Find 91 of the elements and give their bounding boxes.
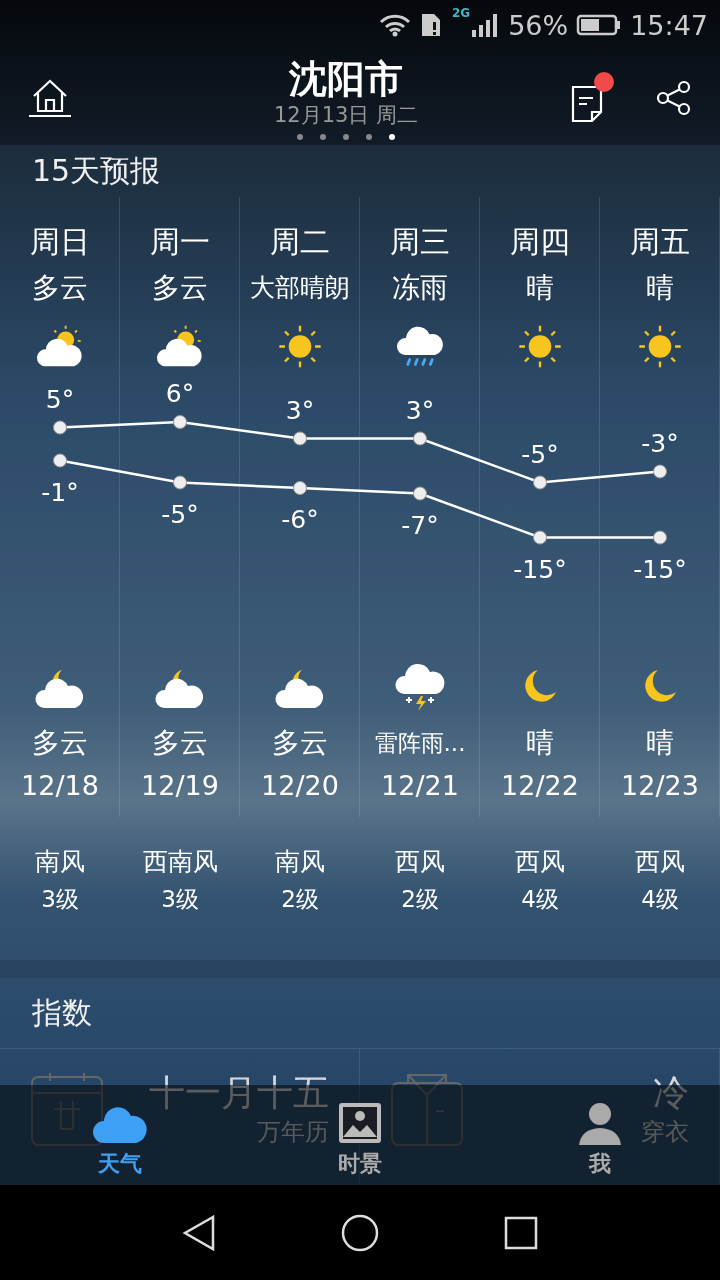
temperature-label: -7° bbox=[401, 510, 439, 540]
page-dot[interactable] bbox=[320, 133, 326, 140]
home-button[interactable] bbox=[340, 1212, 380, 1253]
data-point bbox=[533, 475, 547, 490]
weather-condition: 多云 bbox=[152, 270, 208, 306]
date-label: 12/19 bbox=[141, 769, 219, 803]
data-point bbox=[293, 481, 307, 495]
nav-tab[interactable]: 时景 bbox=[337, 1101, 383, 1179]
wind-level: 4级 bbox=[521, 885, 559, 914]
index-value: 十一月十五 bbox=[149, 1071, 329, 1115]
wind-direction: 西风 bbox=[635, 846, 685, 878]
weather-condition: 雷阵雨... bbox=[374, 729, 466, 758]
section-title: 15天预报 bbox=[32, 151, 161, 190]
index-label: 万年历 bbox=[257, 1117, 329, 1148]
temperature-label: 6° bbox=[165, 379, 195, 408]
weekday-label: 周二 bbox=[270, 223, 330, 261]
temperature-label: -5° bbox=[521, 439, 559, 469]
temperature-label: 3° bbox=[405, 395, 435, 425]
temperature-label: -6° bbox=[281, 505, 319, 534]
wind-level: 4级 bbox=[641, 885, 679, 914]
data-point bbox=[653, 464, 667, 479]
city-name: 沈阳市 bbox=[289, 55, 403, 102]
weather-condition: 大部晴朗 bbox=[250, 272, 350, 304]
clock: 15:47 bbox=[630, 9, 708, 41]
network-type: 2G bbox=[451, 6, 471, 20]
document-icon bbox=[570, 83, 604, 124]
date-label: 12/21 bbox=[381, 769, 459, 803]
weather-condition: 多云 bbox=[32, 270, 88, 306]
index-value: 冷 bbox=[653, 1071, 689, 1115]
weekday-label: 周日 bbox=[30, 223, 90, 261]
weekday-label: 周三 bbox=[390, 223, 450, 261]
weather-condition: 晴 bbox=[526, 270, 554, 306]
data-point bbox=[53, 420, 67, 435]
nav-tab[interactable]: 天气 bbox=[92, 1103, 148, 1179]
home-icon[interactable] bbox=[28, 77, 72, 118]
page-dot[interactable] bbox=[389, 133, 395, 140]
wind-level: 2级 bbox=[281, 885, 319, 914]
page-dot[interactable] bbox=[343, 133, 349, 140]
wind-direction: 南风 bbox=[275, 846, 325, 878]
image-icon bbox=[337, 1101, 383, 1145]
date-label: 12/20 bbox=[261, 769, 339, 803]
data-point bbox=[653, 530, 667, 545]
weather-condition: 晴 bbox=[646, 725, 674, 761]
date-label: 12/23 bbox=[621, 769, 699, 803]
data-point bbox=[413, 486, 427, 501]
weekday-label: 周四 bbox=[510, 223, 570, 261]
temperature-label: -3° bbox=[641, 428, 679, 458]
share-icon[interactable] bbox=[656, 79, 692, 116]
temperature-label: 3° bbox=[285, 395, 315, 425]
weather-condition: 多云 bbox=[32, 725, 88, 761]
date-label: 12/22 bbox=[501, 769, 579, 803]
recents-button[interactable] bbox=[502, 1214, 539, 1251]
shirt-icon bbox=[390, 1071, 464, 1147]
wind-level: 3级 bbox=[41, 885, 79, 914]
weather-condition: 晴 bbox=[646, 270, 674, 306]
section-title: 指数 bbox=[32, 993, 92, 1032]
wind-direction: 西风 bbox=[515, 846, 565, 878]
notice-button[interactable] bbox=[570, 71, 614, 124]
temperature-label: -5° bbox=[161, 499, 199, 529]
data-point bbox=[293, 431, 307, 446]
wind-direction: 西南风 bbox=[142, 846, 218, 878]
person-icon bbox=[577, 1101, 623, 1145]
wifi-icon bbox=[377, 13, 412, 37]
data-point bbox=[53, 453, 67, 468]
weekday-label: 周一 bbox=[150, 223, 210, 261]
page-dot[interactable] bbox=[297, 133, 303, 140]
wind-direction: 南风 bbox=[35, 846, 85, 878]
data-point bbox=[413, 431, 427, 446]
battery-percent: 56% bbox=[508, 9, 569, 41]
temperature-label: 5° bbox=[45, 384, 75, 414]
temperature-label: -1° bbox=[41, 477, 79, 507]
nav-tab[interactable]: 我 bbox=[577, 1101, 623, 1179]
weather-condition: 多云 bbox=[152, 725, 208, 761]
battery-icon bbox=[576, 13, 623, 37]
wind-direction: 西风 bbox=[395, 846, 445, 878]
weather-condition: 晴 bbox=[526, 725, 554, 761]
weather-condition: 多云 bbox=[272, 725, 328, 761]
data-point bbox=[173, 475, 187, 490]
weekday-label: 周五 bbox=[630, 223, 690, 261]
temperature-label: -15° bbox=[633, 554, 687, 584]
index-label: 穿衣 bbox=[641, 1117, 689, 1148]
weather-condition: 冻雨 bbox=[392, 270, 448, 306]
data-point bbox=[173, 415, 187, 429]
data-point bbox=[533, 530, 547, 545]
date-label: 12/18 bbox=[21, 769, 99, 803]
temperature-label: -15° bbox=[513, 554, 567, 584]
page-dot[interactable] bbox=[366, 133, 372, 140]
wind-level: 2级 bbox=[401, 885, 439, 914]
date-text: 12月13日 周二 bbox=[273, 101, 419, 128]
wind-level: 3级 bbox=[161, 885, 199, 914]
calendar-icon bbox=[30, 1071, 104, 1147]
